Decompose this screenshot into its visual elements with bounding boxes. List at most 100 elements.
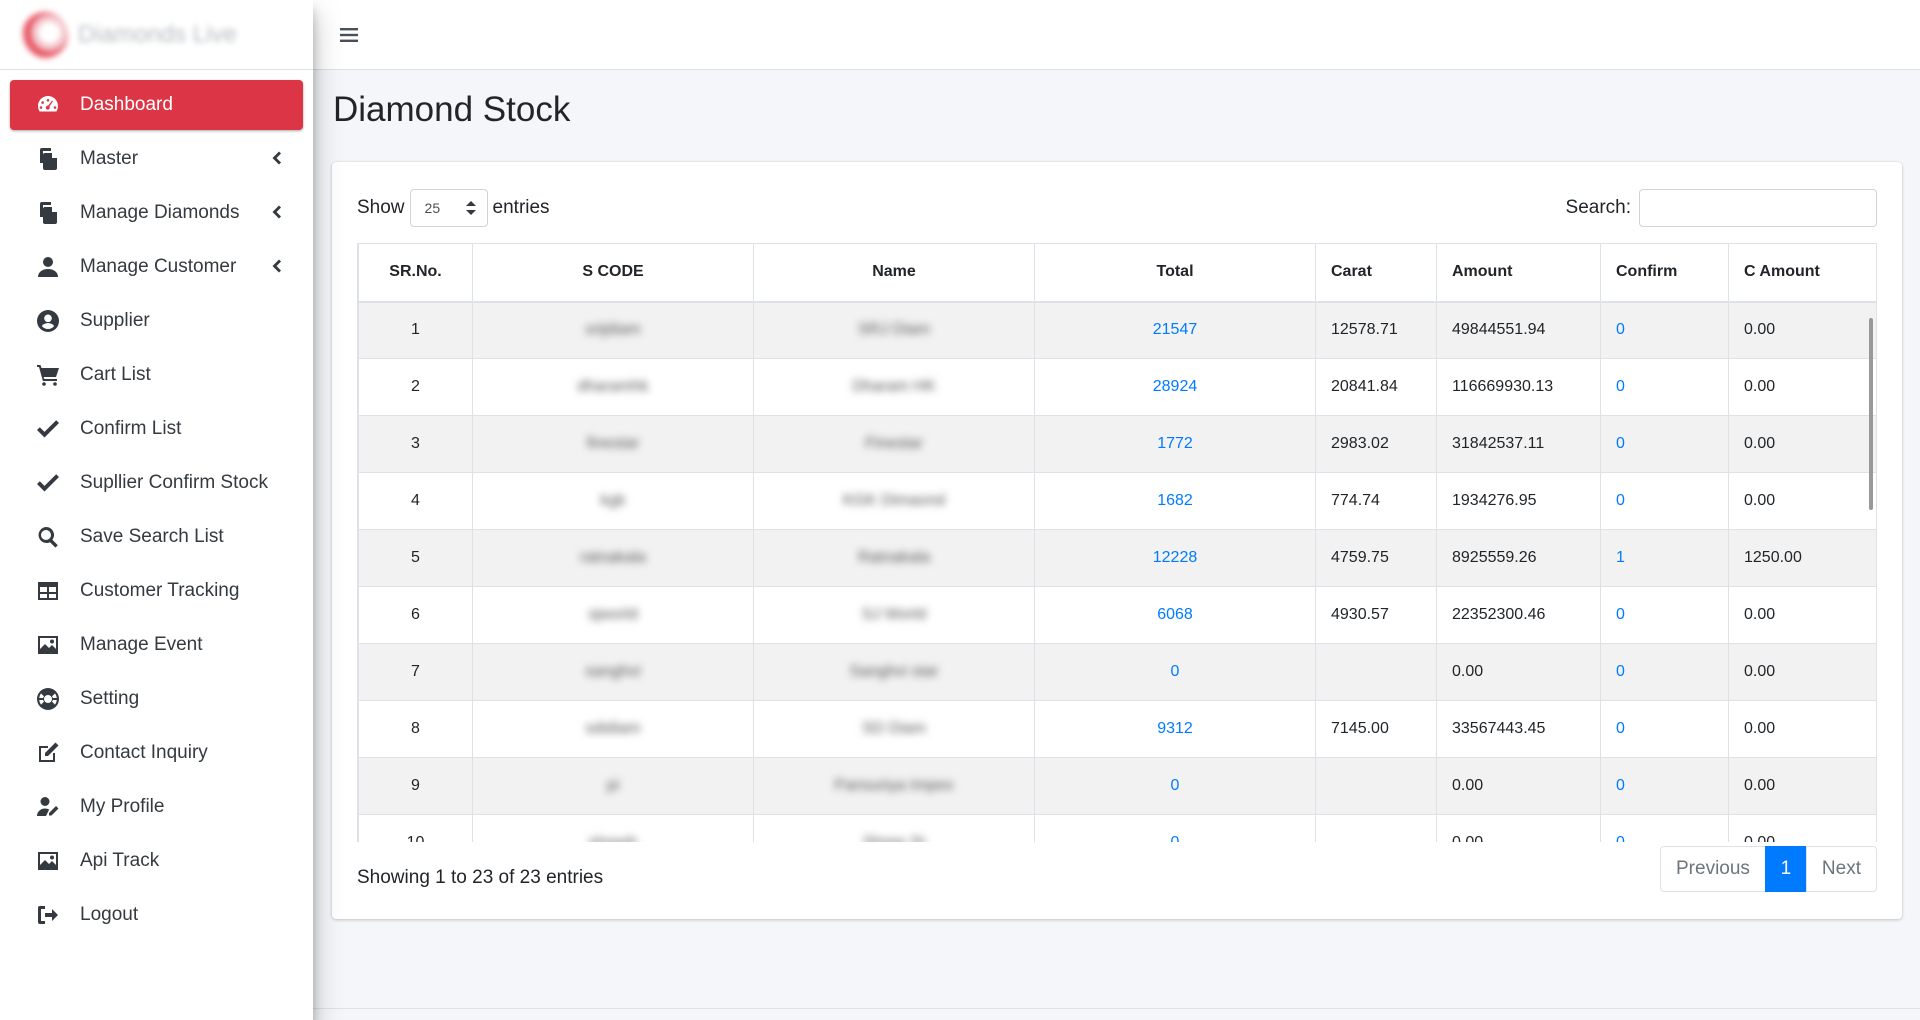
- cell-total-link[interactable]: 0: [1034, 814, 1316, 842]
- search-icon: [35, 524, 61, 550]
- footer-divider: [313, 1008, 1920, 1009]
- image-icon: [35, 632, 61, 658]
- cell-scode: sjworld: [472, 586, 754, 644]
- cell-total-link[interactable]: 12228: [1034, 529, 1316, 587]
- cell-confirm-link[interactable]: 0: [1600, 472, 1729, 530]
- next-button[interactable]: Next: [1805, 846, 1877, 892]
- cell-carat: [1315, 814, 1437, 842]
- sidebar-item-master[interactable]: Master: [10, 134, 303, 184]
- cell-confirm-link[interactable]: 0: [1600, 415, 1729, 473]
- sidebar-item-my-profile[interactable]: My Profile: [10, 782, 303, 832]
- cell-name: Sanghvi star: [753, 643, 1035, 701]
- cell-confirm-link[interactable]: 0: [1600, 301, 1729, 359]
- cell-total-link[interactable]: 28924: [1034, 358, 1316, 416]
- cell-confirm-link[interactable]: 0: [1600, 358, 1729, 416]
- cell-name: Finestar: [753, 415, 1035, 473]
- cell-scode: finestar: [472, 415, 754, 473]
- search-input[interactable]: [1639, 189, 1877, 227]
- cell-total-link[interactable]: 9312: [1034, 700, 1316, 758]
- col-header-amount[interactable]: Amount: [1436, 243, 1601, 303]
- cell-scode: shreeh: [472, 814, 754, 842]
- sidebar-item-save-search-list[interactable]: Save Search List: [10, 512, 303, 562]
- cell-sr: 3: [358, 415, 473, 473]
- brand[interactable]: Diamonds Live: [0, 0, 313, 70]
- cart-icon: [35, 362, 61, 388]
- col-header-total[interactable]: Total: [1034, 243, 1316, 303]
- cell-confirm-link[interactable]: 0: [1600, 700, 1729, 758]
- sidebar-item-customer-tracking[interactable]: Customer Tracking: [10, 566, 303, 616]
- cell-name: SD Diam: [753, 700, 1035, 758]
- sidebar-item-confirm-list[interactable]: Confirm List: [10, 404, 303, 454]
- sidebar-item-label: Setting: [80, 688, 140, 709]
- cell-total-link[interactable]: 21547: [1034, 301, 1316, 359]
- col-header-carat[interactable]: Carat: [1315, 243, 1437, 303]
- check-icon: [35, 470, 61, 496]
- cell-carat: 7145.00: [1315, 700, 1437, 758]
- table-row: 5 ratnakala Ratnakala 12228 4759.75 8925559.2…: [358, 529, 1876, 587]
- page-1-button[interactable]: 1: [1764, 846, 1807, 892]
- cell-total-link[interactable]: 0: [1034, 757, 1316, 815]
- previous-button[interactable]: Previous: [1660, 846, 1766, 892]
- sidebar-item-manage-event[interactable]: Manage Event: [10, 620, 303, 670]
- sidebar-item-supllier-confirm-stock[interactable]: Supllier Confirm Stock: [10, 458, 303, 508]
- cell-amount: 31842537.11: [1436, 415, 1601, 473]
- cell-carat: [1315, 643, 1437, 701]
- search-control: Search:: [1566, 189, 1877, 227]
- table-scrollbar-thumb[interactable]: [1869, 318, 1873, 510]
- cell-confirm-link[interactable]: 0: [1600, 757, 1729, 815]
- cell-total-link[interactable]: 1682: [1034, 472, 1316, 530]
- cell-confirm-link[interactable]: 1: [1600, 529, 1729, 587]
- cell-confirm-link[interactable]: 0: [1600, 814, 1729, 842]
- sidebar-item-label: Supllier Confirm Stock: [80, 472, 268, 493]
- sidebar-item-setting[interactable]: Setting: [10, 674, 303, 724]
- sidebar-item-label: Master: [80, 148, 139, 169]
- sidebar-item-label: Manage Event: [80, 634, 203, 655]
- table-icon: [35, 578, 61, 604]
- copy-icon: [35, 146, 61, 172]
- col-header-sr[interactable]: SR.No.: [358, 243, 473, 303]
- table-scroll-area[interactable]: SR.No. S CODE Name Total Carat Amount Co…: [357, 243, 1877, 842]
- cell-amount: 33567443.45: [1436, 700, 1601, 758]
- table-row: 1 srijdiam SRJ Diam 21547 12578.71 49844551.9…: [358, 301, 1876, 359]
- col-header-confirm[interactable]: Confirm: [1600, 243, 1729, 303]
- chevron-left-icon[interactable]: [267, 149, 285, 167]
- sidebar-item-supplier[interactable]: Supplier: [10, 296, 303, 346]
- page-length-select[interactable]: 25: [409, 189, 488, 227]
- sidebar-item-manage-customer[interactable]: Manage Customer: [10, 242, 303, 292]
- pagination: Previous 1 Next: [1660, 846, 1877, 892]
- sidebar-item-label: Manage Diamonds: [80, 202, 240, 223]
- cell-amount: 0.00: [1436, 757, 1601, 815]
- chevron-left-icon[interactable]: [267, 257, 285, 275]
- sidebar-nav: Dashboard Master Manage Diamonds Manage Cus…: [0, 70, 313, 954]
- sidebar-item-label: Customer Tracking: [80, 580, 240, 601]
- copy-icon: [35, 200, 61, 226]
- cell-confirm-link[interactable]: 0: [1600, 643, 1729, 701]
- sidebar-item-dashboard[interactable]: Dashboard: [10, 80, 303, 130]
- show-label: Show: [357, 197, 405, 218]
- table-body: 1 srijdiam SRJ Diam 21547 12578.71 49844551.9…: [358, 301, 1876, 842]
- table-row: 6 sjworld SJ World 6068 4930.57 22352300.46 0 0…: [358, 586, 1876, 644]
- col-header-name[interactable]: Name: [753, 243, 1035, 303]
- diamond-stock-table: SR.No. S CODE Name Total Carat Amount Co…: [358, 243, 1876, 842]
- sidebar-item-contact-inquiry[interactable]: Contact Inquiry: [10, 728, 303, 778]
- cell-camount: 0.00: [1728, 757, 1876, 815]
- page-length-value: 25: [424, 200, 441, 216]
- cell-total-link[interactable]: 1772: [1034, 415, 1316, 473]
- sidebar-item-logout[interactable]: Logout: [10, 890, 303, 940]
- user-circle-icon: [35, 308, 61, 334]
- cell-total-link[interactable]: 6068: [1034, 586, 1316, 644]
- chevron-left-icon[interactable]: [267, 203, 285, 221]
- life-ring-icon: [35, 686, 61, 712]
- sidebar-item-api-track[interactable]: Api Track: [10, 836, 303, 886]
- col-header-camount[interactable]: C Amount: [1728, 243, 1876, 303]
- cell-name: KGK Dimaond: [753, 472, 1035, 530]
- hamburger-menu-icon[interactable]: [339, 22, 365, 48]
- sidebar-item-label: Save Search List: [80, 526, 224, 547]
- page-length-control: Show 25 entries: [357, 189, 550, 227]
- col-header-scode[interactable]: S CODE: [472, 243, 754, 303]
- sidebar-item-cart-list[interactable]: Cart List: [10, 350, 303, 400]
- cell-total-link[interactable]: 0: [1034, 643, 1316, 701]
- sign-out-icon: [35, 902, 61, 928]
- cell-confirm-link[interactable]: 0: [1600, 586, 1729, 644]
- sidebar-item-manage-diamonds[interactable]: Manage Diamonds: [10, 188, 303, 238]
